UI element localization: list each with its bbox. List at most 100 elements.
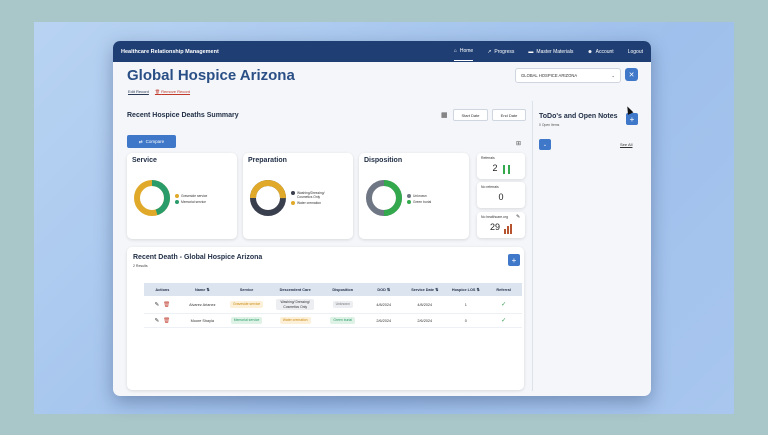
chevron-down-icon: ⌄ <box>611 73 615 78</box>
top-navbar: Healthcare Relationship Management ⌂ Hom… <box>113 41 651 62</box>
cell-los: 1 <box>464 302 467 307</box>
legend-item: Memorial service <box>175 200 207 204</box>
col-dod-label: DOD <box>377 288 386 292</box>
check-icon: ✓ <box>501 318 507 324</box>
app-brand: Healthcare Relationship Management <box>121 48 219 55</box>
col-service-date-label: Service Date <box>411 288 435 292</box>
add-death-button[interactable]: + <box>508 254 520 266</box>
trash-icon[interactable]: 🗑 <box>163 302 170 308</box>
preparation-legend: Washing/Dressing/ Cosmetics Only Water c… <box>291 191 339 207</box>
cell-name: Moore Shayla <box>190 318 215 323</box>
cell-disposition: Green burial <box>321 314 364 328</box>
legend-label: Graveside service <box>181 194 208 198</box>
todo-count: 0 Open Items <box>539 123 560 127</box>
organization-select[interactable]: GLOBAL HOSPICE ARIZONA ⌄ <box>515 68 621 83</box>
col-dod[interactable]: DOD ⇅ <box>364 283 403 296</box>
cell-care: Water cremation <box>269 314 321 328</box>
grid-view-icon[interactable]: ⊞ <box>516 140 521 147</box>
remove-record-link[interactable]: 🗑 Remove Record <box>155 89 190 94</box>
nav-logout[interactable]: Logout <box>628 43 643 61</box>
trend-icon: ↗ <box>487 48 492 55</box>
col-service-date[interactable]: Service Date ⇅ <box>403 283 446 296</box>
recent-death-title: Recent Death - Global Hospice Arizona <box>133 254 263 261</box>
page-title: Global Hospice Arizona <box>127 67 295 84</box>
nav-master-materials[interactable]: ▬ Master Materials <box>528 43 573 61</box>
summary-title: Recent Hospice Deaths Summary <box>127 112 239 119</box>
cell-disposition: Unknown <box>321 296 364 314</box>
folder-icon: ▬ <box>528 48 534 55</box>
cell-name: Alvarez Arianez <box>189 302 216 307</box>
remove-record-label: Remove Record <box>161 89 191 94</box>
service-pill: Graveside service <box>230 301 264 308</box>
legend-label: Memorial service <box>181 200 206 204</box>
cell-los: 0 <box>464 318 467 323</box>
legend-item: Unknown <box>407 194 431 198</box>
service-card: Service Graveside service Memorial servi… <box>127 153 237 239</box>
preparation-donut <box>250 180 286 216</box>
compare-button[interactable]: ⇄ Compare <box>127 135 176 148</box>
compare-icon: ⇄ <box>138 138 143 144</box>
recent-death-panel: Recent Death - Global Hospice Arizona 2 … <box>127 247 524 390</box>
col-descendent-care: Descendent Care <box>279 287 311 292</box>
recent-death-table: Actions Name ⇅ Service Descendent Care D… <box>144 283 522 328</box>
nav-home[interactable]: ⌂ Home <box>453 42 474 61</box>
edit-icon[interactable]: ✎ <box>155 302 160 308</box>
edit-icon[interactable]: ✎ <box>155 318 160 324</box>
table-header-row: Actions Name ⇅ Service Descendent Care D… <box>144 283 522 296</box>
disposition-legend: Unknown Green burial <box>407 194 431 206</box>
nav-master-materials-label: Master Materials <box>536 48 574 55</box>
cell-service: Graveside service <box>224 296 269 314</box>
close-button[interactable]: ✕ <box>625 68 638 81</box>
end-date-button[interactable]: End Date <box>492 109 526 121</box>
no-referrals-value: 0 <box>498 192 504 202</box>
referrals-label: Referrals <box>481 156 495 160</box>
calendar-icon[interactable]: ▦ <box>441 111 448 119</box>
legend-dot <box>407 200 411 204</box>
disposition-card: Disposition Unknown Green burial <box>359 153 469 239</box>
row-actions: ✎ 🗑 <box>144 296 181 314</box>
cell-care: Washing/ Dressing/ Cosmetics Only <box>269 296 321 314</box>
table-row: ✎ 🗑 Moore Shayla Memorial service Water c… <box>144 314 522 328</box>
cell-dod: 4/8/2024 <box>376 302 392 307</box>
nav-progress-label: Progress <box>494 48 515 55</box>
cell-service: Memorial service <box>224 314 269 328</box>
legend-dot <box>407 194 411 198</box>
bar-chart-icon <box>504 224 512 234</box>
page-header: Global Hospice Arizona Edit Record 🗑 Rem… <box>113 62 651 99</box>
no-referrals-stat: No referrals 0 <box>477 182 525 208</box>
disposition-donut <box>366 180 402 216</box>
nav-home-label: Home <box>459 48 474 54</box>
col-hospice-los-label: Hospice LOS <box>451 288 476 292</box>
users-icon: ☻ <box>587 48 593 55</box>
legend-label: Green burial <box>413 200 432 204</box>
referrals-stat: Referrals 2 <box>477 153 525 179</box>
col-hospice-los[interactable]: Hospice LOS ⇅ <box>446 283 485 296</box>
cell-service-date: 2/6/2024 <box>417 318 433 323</box>
referrals-value: 2 <box>492 163 498 173</box>
col-service: Service <box>239 287 254 292</box>
edit-icon[interactable]: ✎ <box>516 214 520 220</box>
chevron-down-icon[interactable]: ⌄ <box>539 139 551 150</box>
legend-label: Washing/Dressing/ Cosmetics Only <box>297 191 325 199</box>
legend-label: Unknown <box>413 194 427 198</box>
col-name[interactable]: Name ⇅ <box>181 283 224 296</box>
service-pill: Memorial service <box>230 317 263 324</box>
preparation-card-title: Preparation <box>248 157 287 164</box>
edit-record-link[interactable]: Edit Record <box>128 89 149 94</box>
healthcare-org-label: No healthcare.org <box>481 215 508 219</box>
main-nav: ⌂ Home ↗ Progress ▬ Master Materials ☻ A… <box>453 42 643 61</box>
healthcare-org-stat: No healthcare.org ✎ 29 <box>477 212 525 238</box>
nav-progress[interactable]: ↗ Progress <box>487 43 514 61</box>
legend-dot <box>291 191 295 195</box>
disposition-card-title: Disposition <box>364 157 403 164</box>
see-all-link[interactable]: See All <box>620 142 632 147</box>
start-date-button[interactable]: Start Date <box>453 109 488 121</box>
referrals-bar-icon <box>503 165 510 174</box>
nav-logout-label: Logout <box>627 48 643 55</box>
legend-dot <box>291 201 295 205</box>
nav-account[interactable]: ☻ Account <box>587 43 613 61</box>
legend-dot <box>175 194 179 198</box>
record-actions: Edit Record 🗑 Remove Record <box>128 89 190 94</box>
col-actions: Actions <box>155 287 170 292</box>
trash-icon[interactable]: 🗑 <box>163 318 170 324</box>
